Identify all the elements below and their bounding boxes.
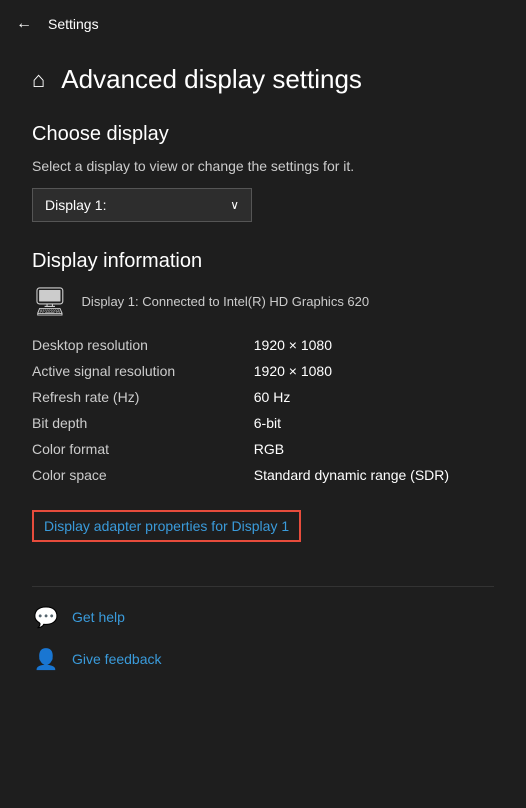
title-bar: ← Settings [0,0,526,48]
choose-display-desc: Select a display to view or change the s… [32,158,494,174]
choose-display-section: Choose display Select a display to view … [32,123,494,222]
display-info-section: Display information 🖥 Display 1: Connect… [32,250,494,566]
footer-link-text: Get help [72,609,125,625]
info-label: Color format [32,436,254,462]
info-label: Bit depth [32,410,254,436]
table-row: Refresh rate (Hz) 60 Hz [32,384,494,410]
table-row: Color format RGB [32,436,494,462]
chevron-down-icon: ∨ [230,198,239,212]
info-value: Standard dynamic range (SDR) [254,462,494,488]
display-connected-text: Display 1: Connected to Intel(R) HD Grap… [82,294,370,309]
footer-link-give-feedback[interactable]: 👤 Give feedback [32,645,494,673]
adapter-properties-link[interactable]: Display adapter properties for Display 1 [32,510,301,542]
dropdown-value: Display 1: [45,197,106,213]
info-value: 1920 × 1080 [254,358,494,384]
home-icon: ⌂ [32,67,45,93]
back-button[interactable]: ← [16,15,32,33]
info-label: Active signal resolution [32,358,254,384]
info-label: Refresh rate (Hz) [32,384,254,410]
monitor-icon: 🖥 [32,285,68,318]
footer-link-icon: 👤 [32,645,60,673]
display-dropdown[interactable]: Display 1: ∨ [32,188,252,222]
choose-display-title: Choose display [32,123,494,146]
footer-links: 💬 Get help 👤 Give feedback [32,586,494,673]
display-info-title: Display information [32,250,494,273]
footer-link-get-help[interactable]: 💬 Get help [32,603,494,631]
table-row: Color space Standard dynamic range (SDR) [32,462,494,488]
info-label: Color space [32,462,254,488]
table-row: Desktop resolution 1920 × 1080 [32,332,494,358]
main-content: ⌂ Advanced display settings Choose displ… [0,48,526,703]
display-info-header: 🖥 Display 1: Connected to Intel(R) HD Gr… [32,285,494,318]
footer-link-icon: 💬 [32,603,60,631]
info-value: RGB [254,436,494,462]
info-label: Desktop resolution [32,332,254,358]
page-title: Advanced display settings [61,64,362,95]
display-info-table: Desktop resolution 1920 × 1080 Active si… [32,332,494,488]
info-value: 1920 × 1080 [254,332,494,358]
table-row: Active signal resolution 1920 × 1080 [32,358,494,384]
info-value: 6-bit [254,410,494,436]
page-header: ⌂ Advanced display settings [32,64,494,95]
footer-link-text: Give feedback [72,651,162,667]
info-value: 60 Hz [254,384,494,410]
table-row: Bit depth 6-bit [32,410,494,436]
title-bar-text: Settings [48,16,99,32]
